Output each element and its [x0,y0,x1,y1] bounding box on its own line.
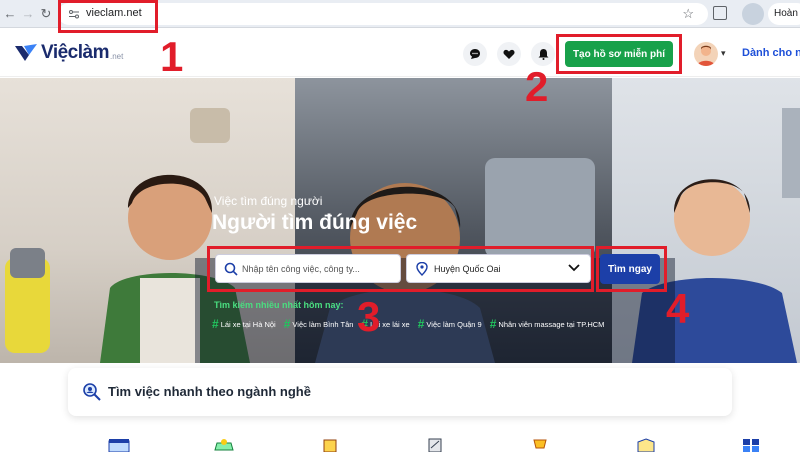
user-avatar[interactable] [694,42,718,66]
section-title: Tìm việc nhanh theo ngành nghề [108,384,311,399]
annotation-box-3 [207,246,594,292]
popular-tag[interactable]: # Việc làm Quận 9 [418,317,482,331]
reload-icon[interactable]: ↻ [38,6,54,22]
popular-tag[interactable]: # Việc làm Bình Tân [284,317,354,331]
annotation-box-4 [596,246,667,292]
category-icons-row [0,430,800,452]
employer-link[interactable]: Dành cho nhà [742,47,800,59]
back-icon[interactable]: ← [2,6,18,22]
profile-avatar[interactable] [742,3,764,25]
chat-icon[interactable] [463,42,487,66]
annotation-number-3: 3 [357,293,381,340]
search-people-icon [83,383,101,401]
annotation-number-4: 4 [666,285,690,332]
heart-icon[interactable] [497,42,521,66]
popular-tag[interactable]: # Lái xe tại Hà Nội [212,317,276,331]
popular-tag[interactable]: # Nhân viên massage tại TP.HCM [490,317,605,331]
brand-tld: .net [109,52,124,61]
brand-name: Việclàm [41,42,109,63]
hero-title: Người tìm đúng việc [212,211,418,234]
annotation-box-2 [556,34,682,74]
hashtag-icon: # [212,317,219,331]
annotation-box-1 [58,0,158,33]
hashtag-icon: # [283,317,291,331]
profile-button[interactable]: Hoàn t [768,3,800,25]
popular-tags: # Lái xe tại Hà Nội # Việc làm Bình Tân # L… [212,317,604,331]
annotation-number-1: 1 [160,33,184,80]
popular-searches-label: Tìm kiếm nhiều nhất hôm nay: [214,300,344,310]
extensions-icon[interactable] [713,6,727,20]
hashtag-icon: # [417,317,425,331]
chevron-down-icon[interactable]: ▾ [721,48,726,59]
logo-mark-icon [15,44,37,61]
hashtag-icon: # [489,317,497,331]
site-logo[interactable]: Việclàm .net [14,41,123,65]
hero-subtitle: Việc tìm đúng người [214,194,323,208]
job-category-section: Tìm việc nhanh theo ngành nghề [68,368,732,416]
bookmark-star-icon[interactable]: ☆ [682,6,694,22]
forward-icon[interactable]: → [20,6,36,22]
annotation-number-2: 2 [525,63,549,110]
